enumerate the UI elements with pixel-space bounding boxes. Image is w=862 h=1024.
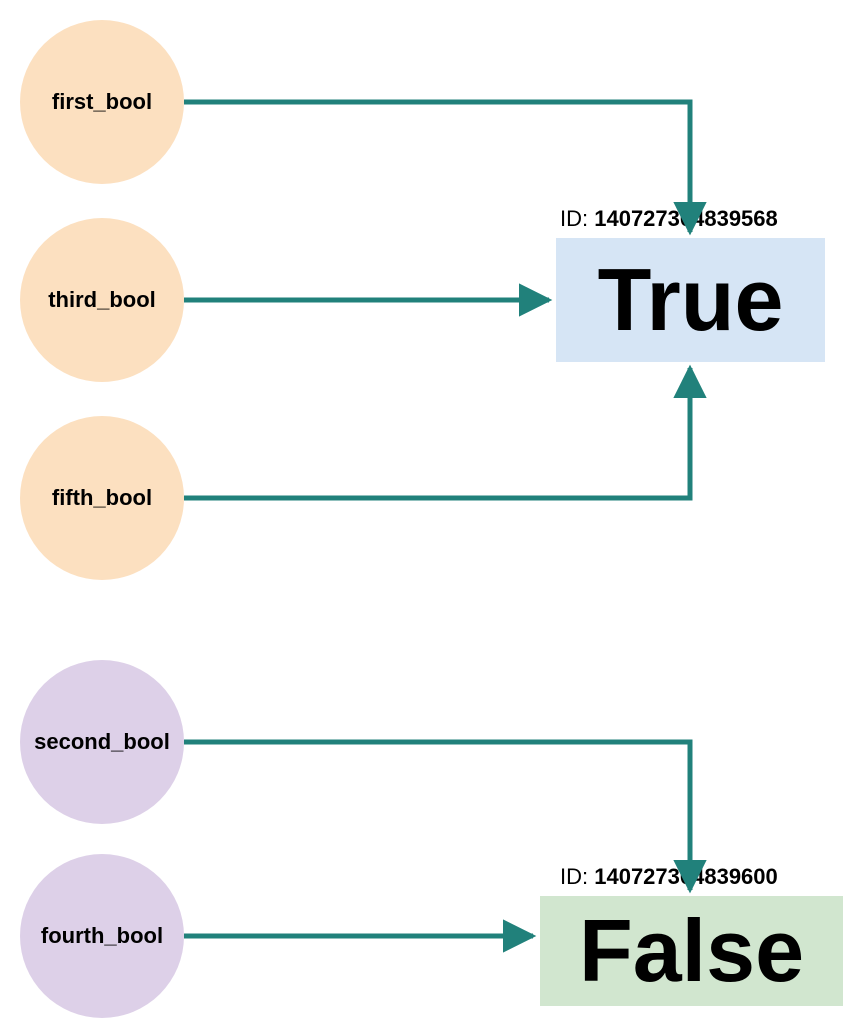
node-second-bool: second_bool: [20, 660, 184, 824]
arrow-fifth-to-true: [184, 368, 690, 498]
node-fourth-bool: fourth_bool: [20, 854, 184, 1018]
false-box-id-label: ID: 140727304839600: [560, 864, 778, 890]
id-value: 140727304839568: [594, 206, 778, 231]
node-third-bool: third_bool: [20, 218, 184, 382]
node-label: first_bool: [52, 89, 152, 115]
true-box-label: True: [598, 249, 784, 351]
id-value: 140727304839600: [594, 864, 778, 889]
node-label: fifth_bool: [52, 485, 152, 511]
id-prefix: ID:: [560, 864, 594, 889]
false-box-label: False: [579, 900, 804, 1002]
true-box-id-label: ID: 140727304839568: [560, 206, 778, 232]
false-box: False: [540, 896, 843, 1006]
node-fifth-bool: fifth_bool: [20, 416, 184, 580]
node-label: third_bool: [48, 287, 156, 313]
true-box: True: [556, 238, 825, 362]
node-label: fourth_bool: [41, 923, 163, 949]
node-first-bool: first_bool: [20, 20, 184, 184]
id-prefix: ID:: [560, 206, 594, 231]
node-label: second_bool: [34, 729, 170, 755]
